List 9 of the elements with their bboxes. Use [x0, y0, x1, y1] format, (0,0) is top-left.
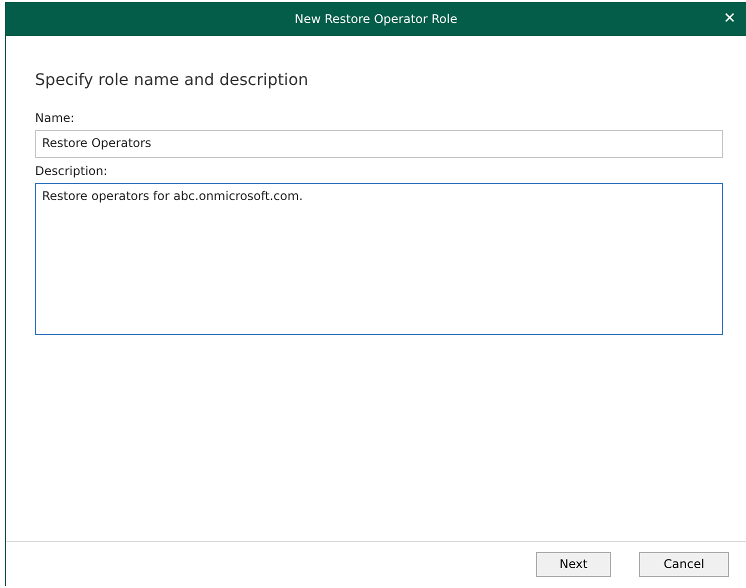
cancel-button[interactable]: Cancel	[639, 552, 729, 576]
close-button[interactable]: ✕	[723, 9, 736, 27]
next-button[interactable]: Next	[536, 552, 611, 576]
name-field[interactable]: Restore Operators	[35, 130, 723, 158]
page-heading: Specify role name and description	[35, 70, 310, 89]
window-title: New Restore Operator Role	[294, 12, 458, 26]
field-label: Description:	[35, 164, 108, 178]
field-label: Name:	[35, 111, 76, 125]
description-field[interactable]: Restore operators for abc.onmicrosoft.com.	[35, 183, 723, 335]
